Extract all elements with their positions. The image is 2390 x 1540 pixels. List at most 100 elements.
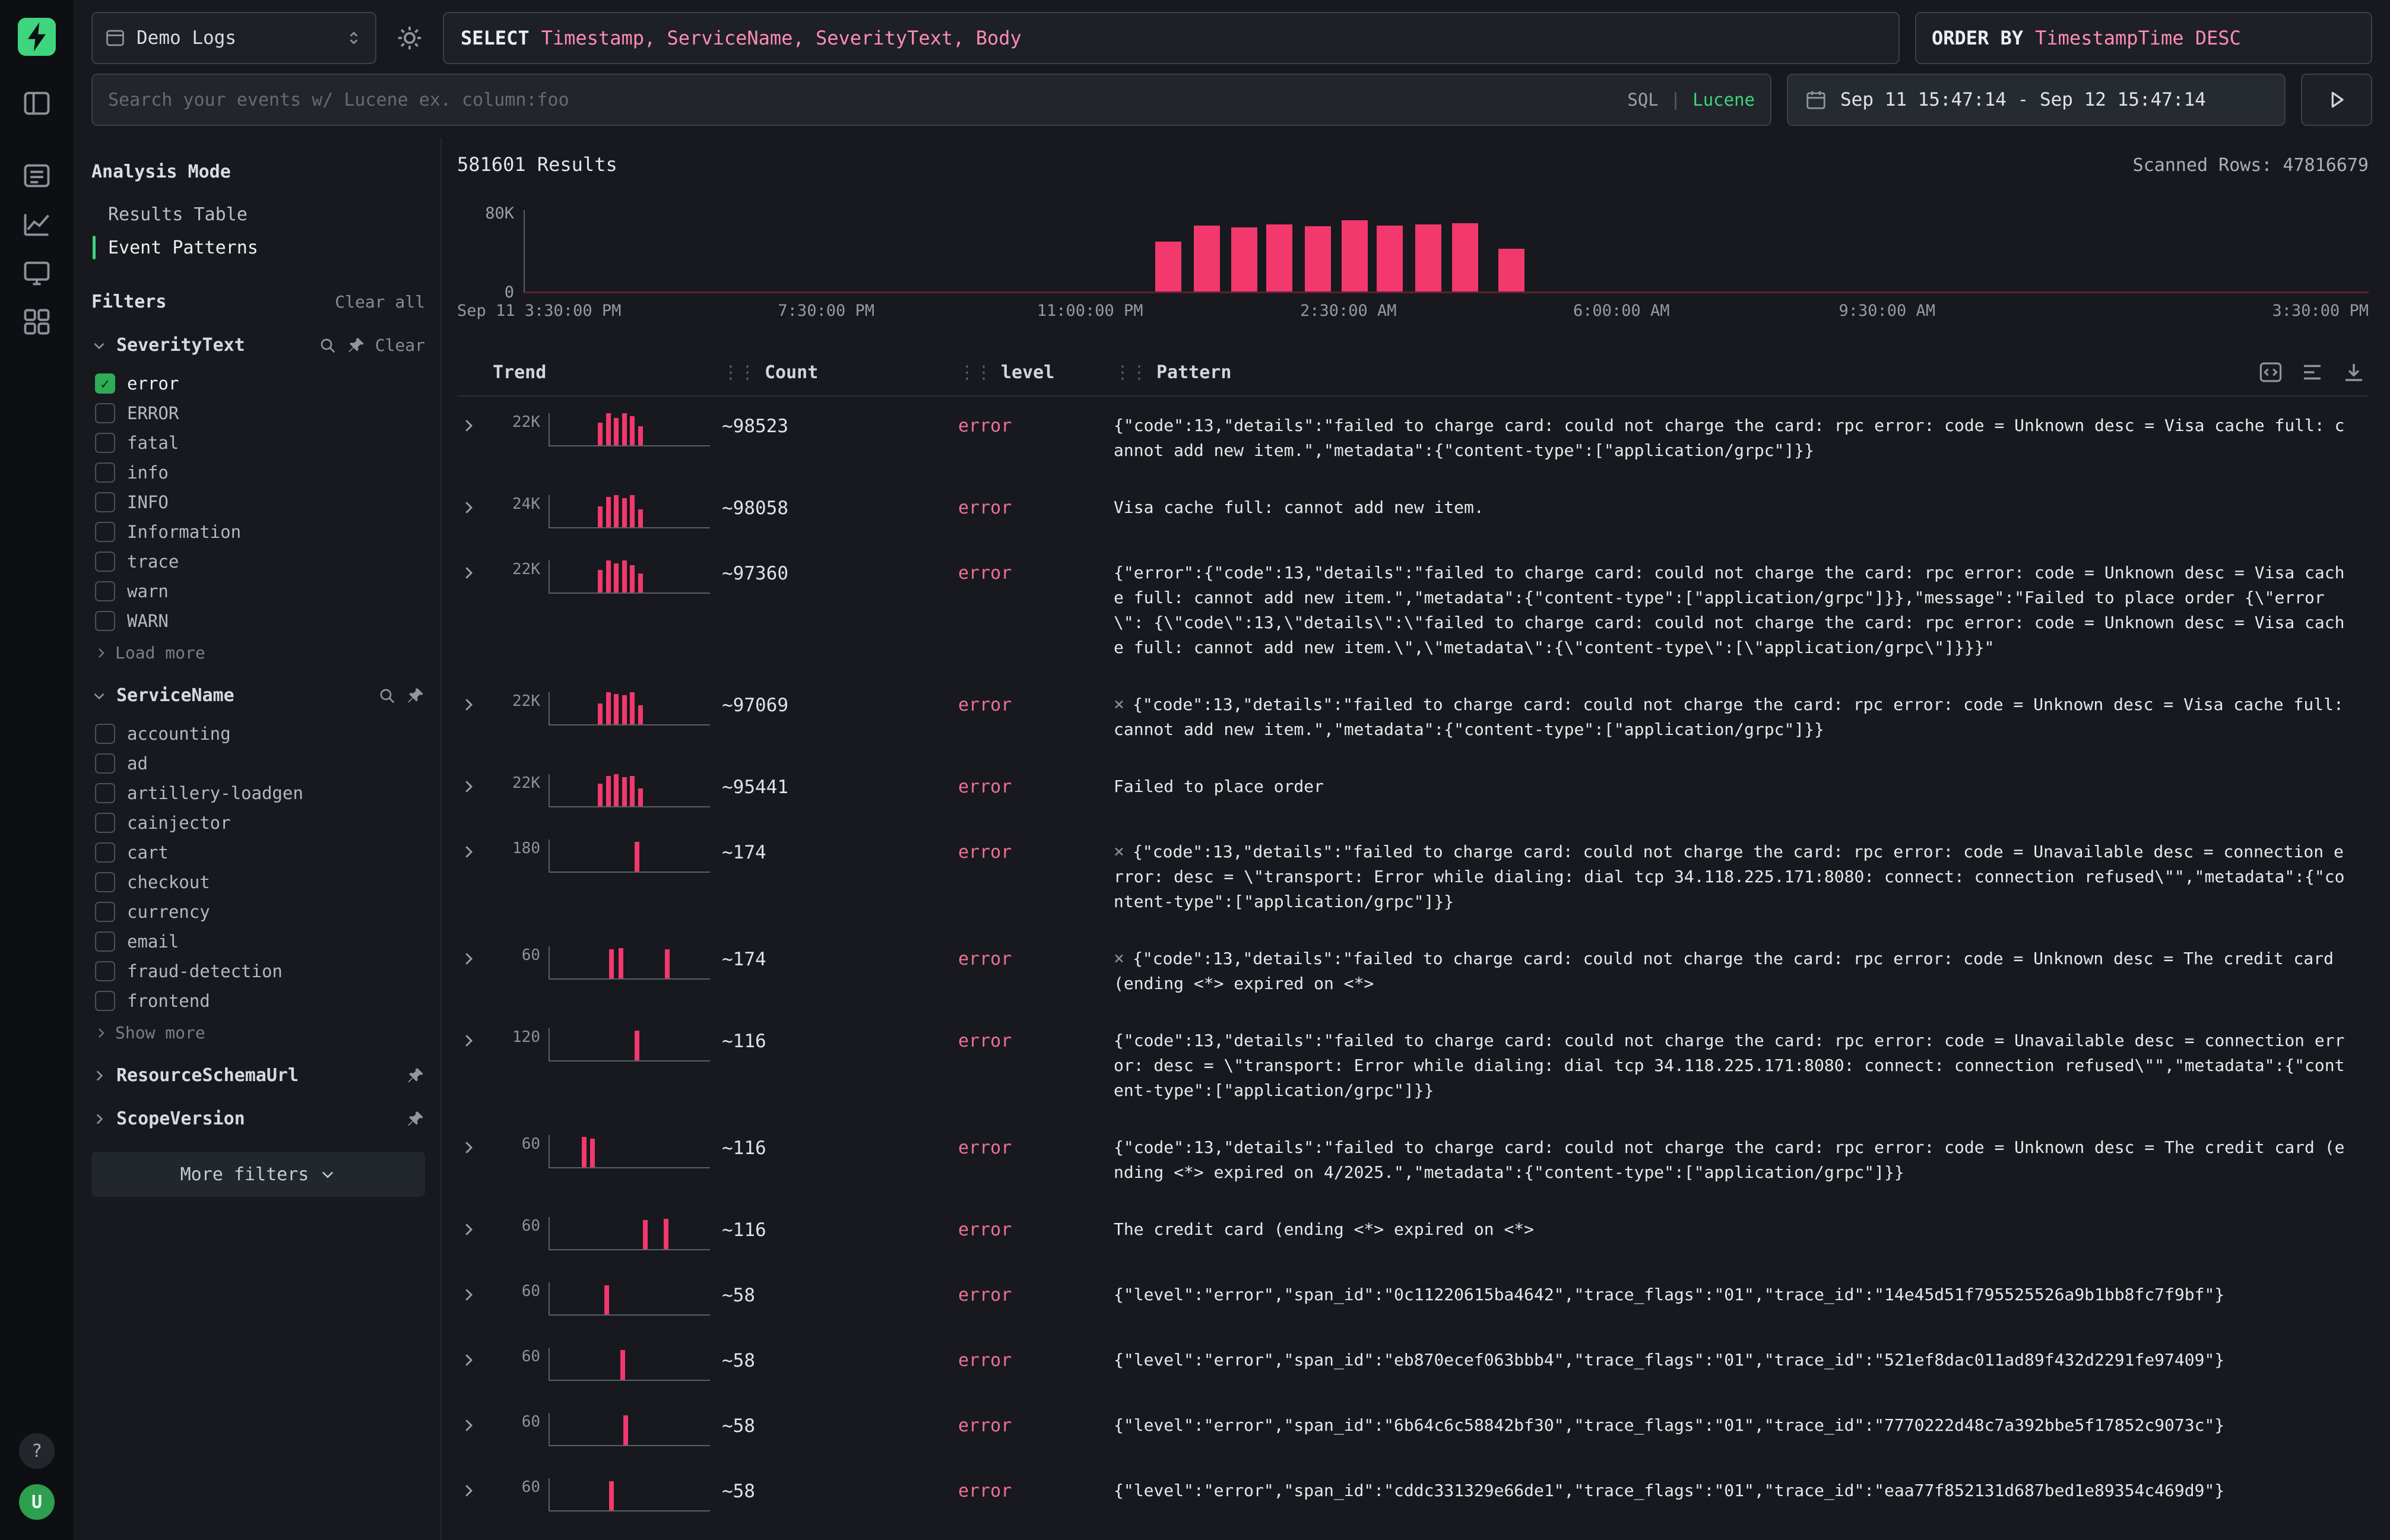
histogram-plot[interactable] (524, 210, 2369, 293)
pin-icon[interactable] (406, 1066, 425, 1085)
sql-mode-toggle[interactable]: SQL (1627, 90, 1658, 110)
lucene-mode-toggle[interactable]: Lucene (1692, 90, 1755, 110)
pattern-row[interactable]: 60~174error×{"code":13,"details":"failed… (457, 930, 2369, 1012)
checkbox-unchecked[interactable] (95, 931, 115, 952)
search-input[interactable] (108, 90, 1615, 110)
pattern-row[interactable]: 60~58error{"level":"error","span_id":"eb… (457, 1331, 2369, 1396)
histogram-bar[interactable] (1377, 226, 1403, 291)
dismiss-icon[interactable]: × (1114, 694, 1124, 715)
sidebar-toggle-icon[interactable] (21, 88, 52, 119)
filter-option[interactable]: WARN (91, 606, 425, 636)
severity-section-title[interactable]: SeverityText (116, 335, 245, 356)
pin-icon[interactable] (406, 686, 425, 705)
pattern-row[interactable]: 60~58error{"level":"error","span_id":"33… (457, 1527, 2369, 1540)
filter-option[interactable]: frontend (91, 986, 425, 1016)
service-section-title[interactable]: ServiceName (116, 685, 234, 706)
histogram-bar[interactable] (1231, 227, 1257, 291)
filter-option[interactable]: artillery-loadgen (91, 778, 425, 808)
filter-option[interactable]: accounting (91, 719, 425, 749)
analysis-mode-event-patterns[interactable]: Event Patterns (91, 231, 425, 264)
checkbox-unchecked[interactable] (95, 813, 115, 833)
checkbox-unchecked[interactable] (95, 581, 115, 601)
expand-chevron-icon[interactable] (459, 778, 477, 796)
pin-icon[interactable] (347, 336, 366, 355)
column-header-count[interactable]: ⋮⋮Count (722, 362, 958, 383)
column-header-level[interactable]: ⋮⋮level (958, 362, 1114, 383)
gear-icon[interactable] (396, 24, 423, 52)
chevron-right-icon[interactable] (91, 1111, 107, 1127)
expand-chevron-icon[interactable] (459, 843, 477, 861)
filter-option[interactable]: currency (91, 897, 425, 927)
expand-chevron-icon[interactable] (459, 950, 477, 968)
checkbox-unchecked[interactable] (95, 522, 115, 542)
pattern-row[interactable]: 120~116error{"code":13,"details":"failed… (457, 1012, 2369, 1118)
filter-option[interactable]: trace (91, 547, 425, 576)
expand-cell[interactable] (457, 1478, 493, 1500)
expand-chevron-icon[interactable] (459, 564, 477, 582)
source-select[interactable]: Demo Logs (91, 12, 376, 64)
expand-cell[interactable] (457, 1028, 493, 1050)
pattern-row[interactable]: 60~58error{"level":"error","span_id":"0c… (457, 1266, 2369, 1331)
severity-load-more[interactable]: Load more (94, 643, 425, 663)
checkbox-unchecked[interactable] (95, 902, 115, 922)
pin-icon[interactable] (406, 1110, 425, 1129)
pattern-row[interactable]: 60~116errorThe credit card (ending <*> e… (457, 1200, 2369, 1266)
search-icon[interactable] (318, 336, 337, 355)
pattern-row[interactable]: 22K~97360error{"error":{"code":13,"detai… (457, 544, 2369, 676)
checkbox-unchecked[interactable] (95, 783, 115, 803)
chevron-right-icon[interactable] (91, 1068, 107, 1083)
code-view-icon[interactable] (2258, 360, 2283, 385)
expand-cell[interactable] (457, 774, 493, 796)
filter-option[interactable]: warn (91, 576, 425, 606)
histogram-bar[interactable] (1498, 249, 1524, 291)
expand-cell[interactable] (457, 495, 493, 516)
logs-icon[interactable] (21, 160, 52, 191)
dismiss-icon[interactable]: × (1114, 948, 1124, 969)
histogram-bar[interactable] (1155, 242, 1181, 291)
column-resize-icon[interactable]: ⋮⋮ (958, 362, 991, 383)
sessions-icon[interactable] (21, 258, 52, 289)
expand-cell[interactable] (457, 413, 493, 435)
checkbox-unchecked[interactable] (95, 611, 115, 631)
expand-chevron-icon[interactable] (459, 1482, 477, 1500)
pattern-row[interactable]: 60~116error{"code":13,"details":"failed … (457, 1118, 2369, 1200)
more-filters-button[interactable]: More filters (91, 1152, 425, 1197)
filter-option[interactable]: Information (91, 517, 425, 547)
filter-option[interactable]: ad (91, 749, 425, 778)
expand-cell[interactable] (457, 692, 493, 714)
expand-chevron-icon[interactable] (459, 1032, 477, 1050)
expand-chevron-icon[interactable] (459, 696, 477, 714)
checkbox-checked[interactable]: ✓ (95, 373, 115, 394)
expand-cell[interactable] (457, 1135, 493, 1156)
filter-option[interactable]: cainjector (91, 808, 425, 838)
download-icon[interactable] (2341, 360, 2366, 385)
logo-icon[interactable] (18, 18, 56, 56)
expand-cell[interactable] (457, 1348, 493, 1369)
filter-option[interactable]: checkout (91, 867, 425, 897)
row-density-icon[interactable] (2300, 360, 2325, 385)
user-avatar[interactable]: U (19, 1484, 55, 1520)
filter-option[interactable]: cart (91, 838, 425, 867)
dashboards-icon[interactable] (21, 306, 52, 337)
pattern-row[interactable]: 180~174error×{"code":13,"details":"faile… (457, 823, 2369, 930)
search-icon[interactable] (378, 686, 397, 705)
filter-option[interactable]: email (91, 927, 425, 956)
checkbox-unchecked[interactable] (95, 433, 115, 453)
column-header-trend[interactable]: Trend (493, 362, 722, 383)
checkbox-unchecked[interactable] (95, 403, 115, 423)
filter-option[interactable]: ERROR (91, 398, 425, 428)
expand-cell[interactable] (457, 1217, 493, 1238)
checkbox-unchecked[interactable] (95, 492, 115, 512)
expand-chevron-icon[interactable] (459, 1221, 477, 1238)
severity-clear-button[interactable]: Clear (375, 335, 425, 355)
histogram-bar[interactable] (1305, 226, 1331, 291)
filter-option[interactable]: fatal (91, 428, 425, 458)
select-query-input[interactable]: SELECT Timestamp, ServiceName, SeverityT… (443, 12, 1900, 64)
histogram-bar[interactable] (1452, 223, 1478, 291)
histogram-bar[interactable] (1194, 226, 1220, 291)
expand-chevron-icon[interactable] (459, 1139, 477, 1156)
pattern-row[interactable]: 60~58error{"level":"error","span_id":"6b… (457, 1396, 2369, 1462)
filter-option[interactable]: info (91, 458, 425, 487)
checkbox-unchecked[interactable] (95, 842, 115, 863)
filter-option[interactable]: ✓error (91, 369, 425, 398)
